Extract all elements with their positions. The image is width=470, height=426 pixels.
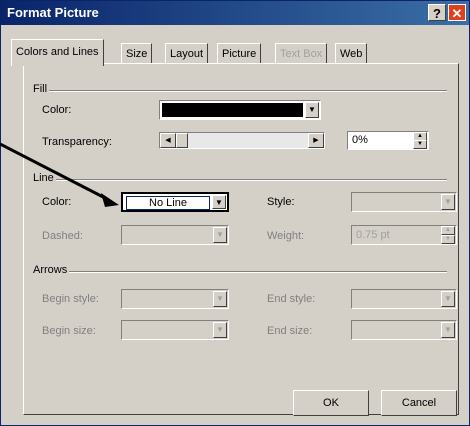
tab-colors-and-lines[interactable]: Colors and Lines <box>11 39 104 66</box>
